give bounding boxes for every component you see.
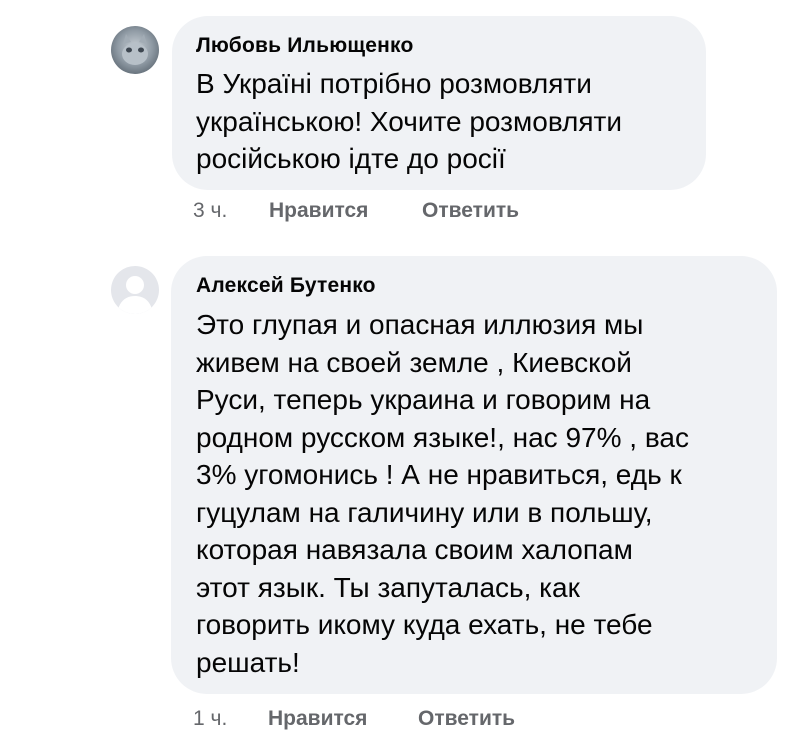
reply-button[interactable]: Ответить [418, 707, 515, 731]
comment-text-line: этот язык. Ты запуталась, как [196, 571, 580, 603]
comment-text-line: Это глупая и опасная иллюзия мы [196, 309, 644, 340]
comment-text-line: решать! [196, 646, 300, 678]
comment-text-line: родном русском языке!, нас 97% , вас [196, 421, 689, 453]
comment-text: Это глупая и опасная иллюзия мы живем на… [196, 306, 689, 681]
comment-text-line: которая навязала своим халопам [196, 534, 633, 565]
default-user-avatar-icon [111, 266, 159, 314]
comment-text-line: 3% угомонись ! А не нравиться, едь к [196, 459, 682, 490]
comment-text-line: живем на своей земле , Киевской [196, 346, 632, 378]
comment: Алексей Бутенко Это глупая и опасная илл… [0, 0, 800, 739]
comment-text-line: гуцулам на галичину или в польшу, [196, 496, 653, 528]
like-button[interactable]: Нравится [268, 707, 367, 731]
comment-author[interactable]: Алексей Бутенко [196, 274, 376, 298]
comment-timestamp[interactable]: 1 ч. [193, 707, 227, 731]
comment-text-line: говорить икому куда ехать, не тебе [196, 609, 653, 640]
comment-text-line: Руси, теперь украина и говорим на [196, 384, 651, 415]
avatar[interactable] [111, 266, 159, 314]
